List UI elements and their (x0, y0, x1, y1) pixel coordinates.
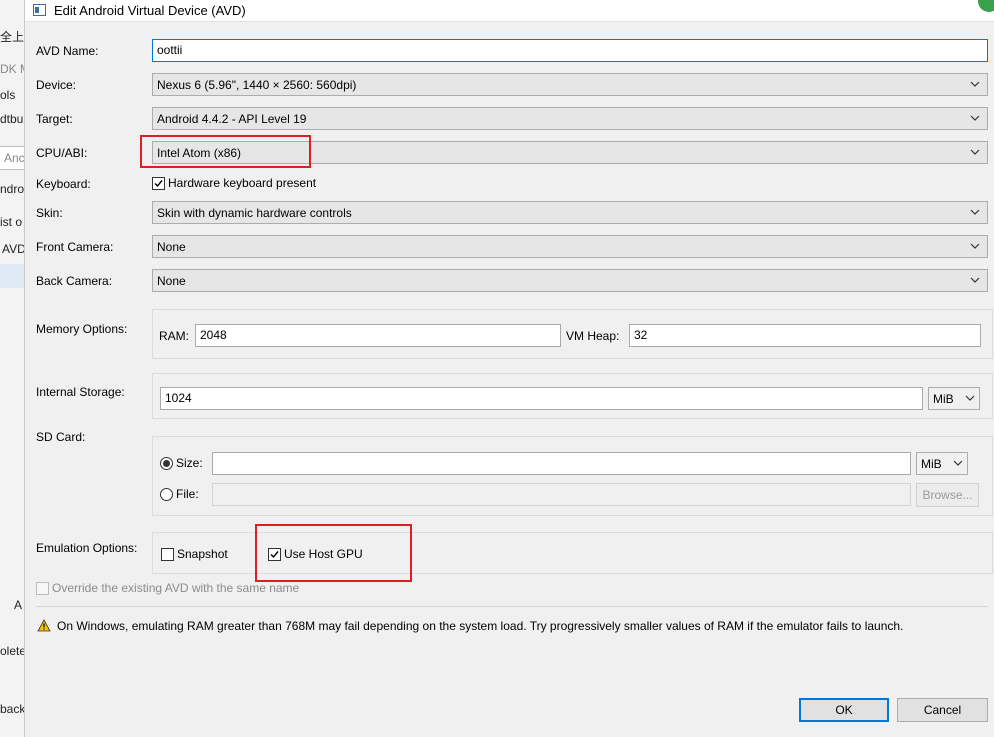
bg-fragment: A (14, 598, 23, 612)
sd-size-label: Size: (176, 456, 203, 470)
sd-size-unit: MiB (921, 457, 942, 471)
bg-fragment: dtbu (0, 112, 24, 126)
override-avd-checkbox[interactable] (36, 582, 49, 595)
front-camera-select[interactable]: None (152, 235, 988, 258)
checkmark-icon (270, 551, 279, 559)
memory-options-label: Memory Options: (36, 322, 128, 336)
sd-size-unit-select[interactable]: MiB (916, 452, 968, 475)
window-icon (33, 4, 46, 16)
bg-fragment: DK M (0, 62, 24, 76)
bg-fragment: olete (0, 644, 25, 658)
bg-fragment: ndro (0, 182, 25, 196)
chevron-down-icon (970, 81, 980, 87)
title-bar[interactable]: Edit Android Virtual Device (AVD) (25, 0, 994, 22)
chevron-down-icon (970, 149, 980, 155)
internal-storage-unit-select[interactable]: MiB (928, 387, 980, 410)
device-label: Device: (36, 78, 77, 92)
internal-storage-group: 1024 MiB (152, 373, 993, 419)
chevron-down-icon (970, 243, 980, 249)
sd-file-radio[interactable] (160, 488, 173, 501)
bg-fragment: ist o (0, 215, 23, 229)
cpu-abi-value: Intel Atom (x86) (157, 146, 242, 160)
internal-storage-label: Internal Storage: (36, 385, 125, 399)
warning-icon (37, 619, 51, 632)
skin-select[interactable]: Skin with dynamic hardware controls (152, 201, 988, 224)
chevron-down-icon (970, 277, 980, 283)
cancel-button[interactable]: Cancel (897, 698, 988, 722)
ram-input[interactable]: 2048 (195, 324, 561, 347)
target-select[interactable]: Android 4.4.2 - API Level 19 (152, 107, 988, 130)
snapshot-label: Snapshot (177, 547, 228, 561)
keyboard-label: Keyboard: (36, 177, 91, 191)
skin-value: Skin with dynamic hardware controls (157, 206, 352, 220)
emulation-options-label: Emulation Options: (36, 541, 138, 555)
dialog-title: Edit Android Virtual Device (AVD) (54, 3, 246, 18)
chevron-down-icon (953, 460, 963, 466)
avd-name-input[interactable]: oottii (152, 39, 988, 62)
background-window: 全上网 DK M ols dtbu Anc ndro ist o AVD A o… (0, 0, 25, 737)
overlay-badge-icon (976, 0, 994, 14)
cpu-abi-label: CPU/ABI: (36, 146, 88, 160)
bg-fragment: AVD (2, 242, 25, 256)
separator (36, 606, 988, 607)
front-camera-value: None (157, 240, 186, 254)
sd-card-group: Size: MiB File: Browse... (152, 436, 993, 516)
device-select[interactable]: Nexus 6 (5.96", 1440 × 2560: 560dpi) (152, 73, 988, 96)
sd-card-label: SD Card: (36, 430, 86, 444)
target-label: Target: (36, 112, 73, 126)
target-value: Android 4.4.2 - API Level 19 (157, 112, 307, 126)
cpu-abi-select[interactable]: Intel Atom (x86) (152, 141, 988, 164)
bg-fragment: 全上网 (0, 30, 25, 44)
chevron-down-icon (970, 115, 980, 121)
bg-fragment: Anc (4, 151, 25, 165)
ok-button[interactable]: OK (799, 698, 889, 722)
use-host-gpu-checkbox[interactable] (268, 548, 281, 561)
browse-button[interactable]: Browse... (916, 483, 979, 507)
chevron-down-icon (970, 209, 980, 215)
bg-fragment: ols (0, 88, 16, 102)
hardware-keyboard-checkbox[interactable] (152, 177, 165, 190)
vm-heap-label: VM Heap: (566, 329, 620, 343)
front-camera-label: Front Camera: (36, 240, 114, 254)
edit-avd-dialog: Edit Android Virtual Device (AVD) AVD Na… (25, 0, 994, 737)
back-camera-label: Back Camera: (36, 274, 113, 288)
skin-label: Skin: (36, 206, 63, 220)
sd-file-input[interactable] (212, 483, 911, 506)
internal-storage-input[interactable]: 1024 (160, 387, 923, 410)
sd-file-label: File: (176, 487, 199, 501)
vm-heap-input[interactable]: 32 (629, 324, 981, 347)
snapshot-checkbox[interactable] (161, 548, 174, 561)
internal-storage-unit: MiB (933, 392, 954, 406)
avd-name-label: AVD Name: (36, 44, 99, 58)
device-value: Nexus 6 (5.96", 1440 × 2560: 560dpi) (157, 78, 357, 92)
sd-size-input[interactable] (212, 452, 911, 475)
emulation-options-group: Snapshot Use Host GPU (152, 532, 993, 574)
ram-warning-text: On Windows, emulating RAM greater than 7… (57, 619, 904, 633)
memory-options-group: RAM: 2048 VM Heap: 32 (152, 309, 993, 359)
back-camera-select[interactable]: None (152, 269, 988, 292)
ram-label: RAM: (159, 329, 189, 343)
use-host-gpu-label: Use Host GPU (284, 547, 363, 561)
bg-fragment: back (0, 702, 25, 716)
chevron-down-icon (965, 395, 975, 401)
back-camera-value: None (157, 274, 186, 288)
sd-size-radio[interactable] (160, 457, 173, 470)
checkmark-icon (154, 180, 163, 188)
hardware-keyboard-label: Hardware keyboard present (168, 176, 317, 190)
override-avd-label: Override the existing AVD with the same … (52, 581, 300, 595)
